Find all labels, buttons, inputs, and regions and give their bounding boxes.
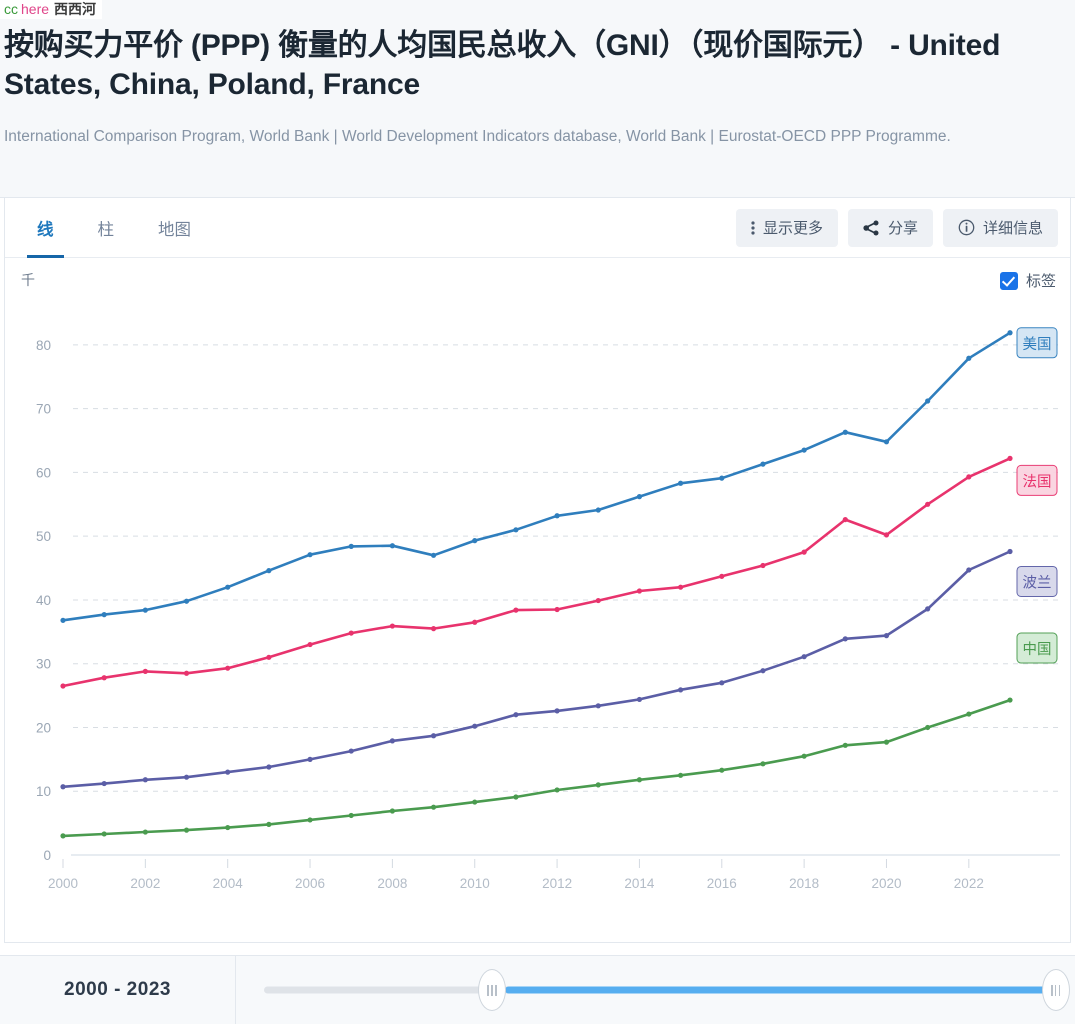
tab-bar[interactable]: 柱 xyxy=(76,198,137,257)
tab-list: 线 柱 地图 xyxy=(5,198,213,258)
tab-map[interactable]: 地图 xyxy=(136,198,213,257)
svg-text:40: 40 xyxy=(36,593,51,608)
watermark-site: 西西河 xyxy=(54,1,97,17)
svg-text:波兰: 波兰 xyxy=(1023,574,1052,591)
svg-text:2014: 2014 xyxy=(624,876,655,891)
svg-text:2022: 2022 xyxy=(954,876,984,891)
series-label-china: 中国 xyxy=(1016,632,1058,664)
show-more-label: 显示更多 xyxy=(762,220,823,237)
show-more-button[interactable]: 显示更多 xyxy=(735,208,838,247)
chart-body: 千 标签 10 20 30 40 50 60 70 80 0 2000 2002 2004 2006 20… xyxy=(5,258,1070,942)
tab-line-label: 线 xyxy=(37,220,54,239)
svg-text:2010: 2010 xyxy=(460,876,490,891)
year-range-display: 2000 - 2023 xyxy=(0,956,236,1024)
tab-map-label: 地图 xyxy=(158,220,191,239)
toolbar: 显示更多 分享 详细信息 xyxy=(735,208,1058,247)
site-watermark: cc here 西西河 xyxy=(0,0,103,19)
svg-text:70: 70 xyxy=(36,402,51,417)
svg-text:2018: 2018 xyxy=(789,876,819,891)
tab-line[interactable]: 线 xyxy=(15,198,76,258)
info-icon xyxy=(958,219,975,236)
kebab-menu-icon xyxy=(751,220,755,235)
svg-text:2008: 2008 xyxy=(377,876,407,891)
watermark-cc: cc xyxy=(4,1,18,17)
line-chart: 10 20 30 40 50 60 70 80 0 2000 2002 2004 2006 2008 201… xyxy=(5,258,1070,942)
svg-text:法国: 法国 xyxy=(1023,473,1052,490)
details-button[interactable]: 详细信息 xyxy=(942,208,1058,247)
slider-track[interactable] xyxy=(264,986,1053,994)
svg-text:2004: 2004 xyxy=(213,876,244,891)
slider-handle-end[interactable] xyxy=(1041,969,1070,1011)
series-label-poland: 波兰 xyxy=(1016,565,1058,597)
svg-text:中国: 中国 xyxy=(1023,641,1052,658)
year-range-text: 2000 - 2023 xyxy=(64,979,171,1000)
page-subtitle: International Comparison Program, World … xyxy=(4,128,951,145)
chart-page: cc here 西西河 按购买力平价 (PPP) 衡量的人均国民总收入（GNI）（现… xyxy=(0,0,1075,1024)
slider-track-fill xyxy=(504,986,1053,994)
svg-text:60: 60 xyxy=(36,465,51,480)
slider-handle-start[interactable] xyxy=(477,969,506,1011)
svg-text:0: 0 xyxy=(43,848,51,863)
share-button[interactable]: 分享 xyxy=(847,208,933,247)
tab-bar-label: 柱 xyxy=(97,220,115,239)
series-label-france: 法国 xyxy=(1016,464,1058,496)
year-range-footer: 2000 - 2023 xyxy=(0,955,1075,1024)
share-label: 分享 xyxy=(887,220,918,237)
svg-text:2000: 2000 xyxy=(48,876,78,891)
share-icon xyxy=(863,220,879,235)
watermark-here: here xyxy=(21,1,50,17)
svg-text:10: 10 xyxy=(36,784,51,799)
svg-text:80: 80 xyxy=(36,338,51,353)
svg-text:2002: 2002 xyxy=(130,876,160,891)
svg-text:2006: 2006 xyxy=(295,876,325,891)
page-header: 按购买力平价 (PPP) 衡量的人均国民总收入（GNI）（现价国际元） - Un… xyxy=(0,0,1075,198)
series-label-united-states: 美国 xyxy=(1016,327,1058,359)
svg-text:30: 30 xyxy=(36,657,51,672)
year-range-slider[interactable] xyxy=(236,956,1075,1024)
svg-text:2016: 2016 xyxy=(707,876,737,891)
svg-text:2012: 2012 xyxy=(542,876,572,891)
svg-text:美国: 美国 xyxy=(1023,336,1052,353)
tab-strip: 线 柱 地图 显示更多 分享 详细信息 xyxy=(5,198,1070,258)
svg-text:50: 50 xyxy=(36,529,51,544)
page-title: 按购买力平价 (PPP) 衡量的人均国民总收入（GNI）（现价国际元） - Un… xyxy=(4,29,1001,101)
details-label: 详细信息 xyxy=(982,220,1043,237)
chart-svg: 10 20 30 40 50 60 70 80 0 2000 2002 2004 2006 2008 201… xyxy=(36,327,1060,891)
svg-text:2020: 2020 xyxy=(871,876,901,891)
chart-panel: 线 柱 地图 显示更多 分享 详细信息 千 标签 10 20 30 40 50 … xyxy=(4,198,1071,943)
svg-text:20: 20 xyxy=(36,720,51,735)
